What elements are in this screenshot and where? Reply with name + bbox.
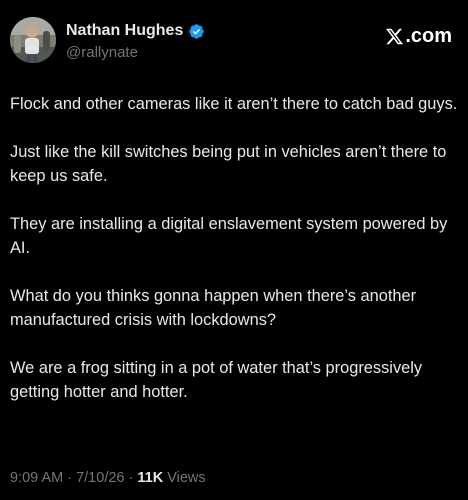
tweet-card: Nathan Hughes @rallynate .com Flock and … (0, 0, 468, 500)
post-paragraph: What do you thinks gonna happen when the… (10, 287, 417, 329)
x-brand: .com (385, 25, 452, 47)
views-label: Views (163, 470, 206, 486)
views-count[interactable]: 11K (137, 470, 163, 486)
post-body: Flock and other cameras like it aren’t t… (10, 92, 458, 428)
meta-separator: · (63, 470, 77, 486)
author-name-row[interactable]: Nathan Hughes (66, 22, 205, 40)
verified-badge-icon (188, 23, 205, 40)
brand-suffix: .com (405, 25, 452, 47)
author-display-name[interactable]: Nathan Hughes (66, 22, 183, 40)
meta-separator: · (124, 470, 138, 486)
post-paragraph: We are a frog sitting in a pot of water … (10, 359, 423, 401)
x-logo-icon (386, 28, 404, 44)
post-paragraph: Flock and other cameras like it aren’t t… (10, 95, 458, 113)
post-time[interactable]: 9:09 AM (10, 470, 63, 486)
post-date[interactable]: 7/10/26 (76, 470, 124, 486)
post-paragraph: Just like the kill switches being put in… (10, 143, 447, 185)
avatar-photo (10, 17, 56, 63)
post-meta: 9:09 AM · 7/10/26 · 11K Views (10, 469, 206, 487)
author-handle[interactable]: @rallynate (66, 44, 138, 62)
post-paragraph: They are installing a digital enslavemen… (10, 215, 448, 257)
avatar[interactable] (10, 17, 56, 63)
